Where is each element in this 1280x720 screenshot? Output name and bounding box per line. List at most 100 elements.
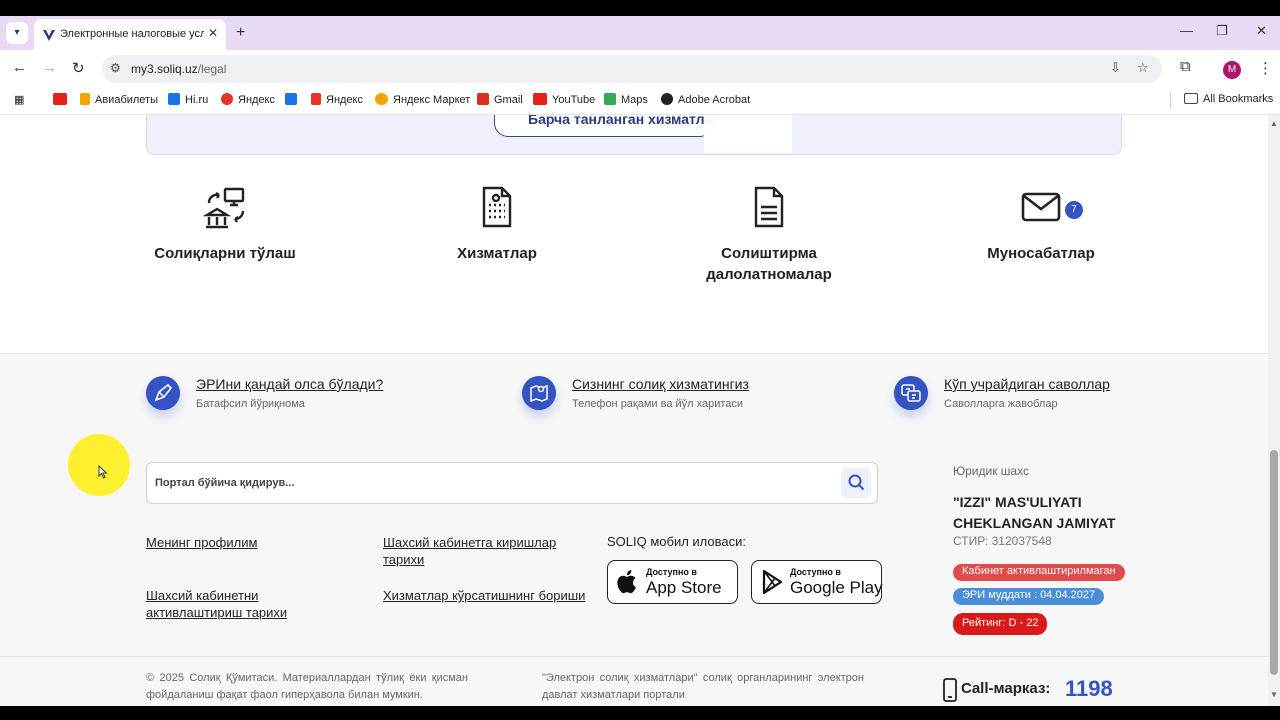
bookmark-10[interactable]: Adobe Acrobat: [661, 93, 750, 106]
extensions-icon[interactable]: ⧉: [1180, 58, 1191, 75]
footer-link-service-progress[interactable]: Хизматлар кўрсатишнинг бориши: [383, 587, 603, 604]
footer-link-login-history[interactable]: Шахсий кабинетга киришлар тарихи: [383, 534, 583, 568]
bank-transfer-icon: [203, 187, 245, 229]
bookmark-4[interactable]: [285, 93, 302, 106]
document-list-icon: [482, 186, 512, 228]
bookmark-1[interactable]: Авиабилеты: [80, 93, 158, 106]
tab-title: Электронные налоговые услуги: [60, 28, 204, 40]
info-link-title[interactable]: ЭРИни қандай олса бўлади?: [196, 376, 383, 392]
minimize-icon[interactable]: —: [1180, 23, 1193, 38]
mouse-pointer-icon: [98, 465, 108, 479]
back-icon[interactable]: ←: [12, 59, 27, 76]
google-play-small-label: Доступно в: [790, 567, 841, 577]
address-bar[interactable]: ⚙ my3.soliq.uz/legal ⇩ ☆: [102, 55, 1162, 83]
youtube-icon: [533, 93, 547, 105]
tab-strip: ▾ Электронные налоговые услуги ✕ + — ❐ ✕: [0, 16, 1280, 50]
scroll-down-icon[interactable]: ▼: [1270, 690, 1278, 699]
bookmarks-bar: ▦ Авиабилеты Hi.ru Яндекс Яндекс Яндекс …: [0, 88, 1280, 115]
scrollbar-thumb[interactable]: [1270, 450, 1278, 675]
call-center-number[interactable]: 1198: [1065, 676, 1113, 702]
maps-icon: [604, 93, 616, 105]
google-play-button[interactable]: Доступно в Google Play: [751, 560, 883, 604]
youtube-icon: [53, 93, 67, 105]
acrobat-icon: [661, 93, 673, 105]
forward-icon[interactable]: →: [42, 59, 57, 76]
service-reconciliation-acts[interactable]: Солиштирма далолатномалар: [659, 185, 879, 285]
tab-search-icon[interactable]: ▾: [6, 22, 28, 44]
tab-close-icon[interactable]: ✕: [208, 26, 218, 40]
gmail-icon: [477, 93, 489, 105]
document-icon: [754, 186, 784, 228]
browser-toolbar: ← → ↻ ⚙ my3.soliq.uz/legal ⇩ ☆ ⧉ M ⋮: [0, 50, 1280, 88]
yandex-icon: [221, 93, 233, 105]
scroll-up-icon[interactable]: ▲: [1270, 119, 1278, 128]
bookmark-2[interactable]: Hi.ru: [168, 93, 208, 106]
footer: ЭРИни қандай олса бўлади? Батафсил йўриқ…: [0, 353, 1268, 706]
all-selected-services-button[interactable]: Барча танланган хизматла: [494, 115, 714, 137]
footer-divider: [0, 656, 1268, 657]
bookmark-7[interactable]: Gmail: [477, 93, 523, 106]
me-icon: [285, 93, 297, 105]
app-store-small-label: Доступно в: [646, 567, 697, 577]
footer-link-profile[interactable]: Менинг профилим: [146, 534, 257, 551]
selected-services-card: Барча танланган хизматла: [146, 115, 1122, 155]
info-link-subtitle: Телефон рақами ва йўл харитаси: [572, 398, 744, 410]
entity-tin: СТИР: 312037548: [953, 534, 1052, 548]
copyright-text: © 2025 Солиқ Қўмитаси. Материаллардан тў…: [146, 672, 468, 701]
service-relations[interactable]: Муносабатлар 7: [931, 185, 1151, 264]
bookmark-star-icon[interactable]: ☆: [1137, 60, 1149, 76]
menu-kebab-icon[interactable]: ⋮: [1258, 59, 1273, 77]
install-app-icon[interactable]: ⇩: [1110, 60, 1121, 76]
bookmark-9[interactable]: Maps: [604, 93, 648, 106]
search-icon: [848, 474, 865, 491]
mobile-app-label: SOLIQ мобил иловаси:: [607, 534, 747, 549]
bookmark-3[interactable]: Яндекс: [221, 93, 275, 106]
page-scrollbar[interactable]: ▲ ▼: [1268, 115, 1280, 706]
soliq-favicon-icon: [43, 30, 55, 41]
footer-link-activation-history[interactable]: Шахсий кабинетни активлаштириш тарихи: [146, 587, 316, 621]
url-path: /legal: [197, 62, 227, 76]
status-badge-eri-expiry: ЭРИ муддати : 04.04.2027: [953, 588, 1105, 605]
app-store-big-label: App Store: [646, 578, 722, 597]
all-bookmarks[interactable]: All Bookmarks: [1184, 93, 1273, 105]
status-badge-rating: Рейтинг: D - 22: [953, 613, 1048, 635]
browser-window: ▾ Электронные налоговые услуги ✕ + — ❐ ✕…: [0, 16, 1280, 706]
bookmarks-separator: [1170, 93, 1171, 109]
info-link-subtitle: Батафсил йўриқнома: [196, 398, 305, 410]
service-pay-taxes[interactable]: Солиқларни тўлаш: [115, 185, 335, 264]
entity-name: "IZZI" MAS'ULIYATI CHEKLANGAN JAMIYAT: [953, 494, 1116, 531]
reload-icon[interactable]: ↻: [72, 59, 85, 77]
app-store-button[interactable]: Доступно в App Store: [607, 560, 738, 604]
apps-grid-icon[interactable]: ▦: [14, 93, 24, 106]
call-center-label: Call-марказ:: [961, 680, 1051, 697]
restore-icon[interactable]: ❐: [1216, 23, 1228, 39]
bookmark-0[interactable]: [53, 93, 72, 106]
portal-search-input[interactable]: [155, 473, 835, 493]
service-label: Солиштирма далолатномалар: [706, 245, 832, 283]
new-tab-icon[interactable]: +: [236, 24, 245, 42]
profile-avatar[interactable]: M: [1223, 61, 1241, 79]
mail-icon: [1021, 192, 1061, 222]
browser-tab[interactable]: Электронные налоговые услуги ✕: [34, 19, 226, 50]
window-close-icon[interactable]: ✕: [1256, 23, 1267, 39]
service-services[interactable]: Хизматлар: [387, 185, 607, 264]
market-icon: [375, 93, 388, 105]
bookmark-5[interactable]: Яндекс: [311, 93, 363, 106]
overlay-glow: [704, 115, 792, 153]
phone-icon: [943, 678, 957, 702]
bookmark-8[interactable]: YouTube: [533, 93, 595, 106]
page-content: Барча танланган хизматла Солиқларни тўла…: [0, 115, 1268, 706]
info-link-title[interactable]: Сизнинг солиқ хизматингиз: [572, 376, 749, 392]
chat-question-icon: [894, 376, 928, 410]
notification-badge: 7: [1065, 201, 1083, 219]
url-host: my3.soliq.uz: [131, 62, 198, 76]
info-link-title[interactable]: Кўп учрайдиган саволлар: [944, 376, 1110, 392]
service-label: Хизматлар: [457, 245, 537, 262]
search-button[interactable]: [841, 468, 871, 498]
site-info-icon[interactable]: ⚙: [110, 61, 121, 75]
info-link-subtitle: Саволларга жавоблар: [944, 398, 1058, 410]
pen-icon: [146, 376, 180, 410]
bookmark-6[interactable]: Яндекс Маркет: [375, 93, 470, 106]
google-play-big-label: Google Play: [790, 578, 883, 597]
portal-search: [146, 462, 878, 504]
